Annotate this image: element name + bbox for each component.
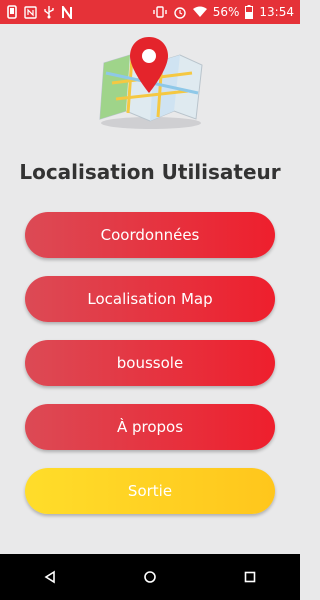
alarm-icon xyxy=(173,5,187,19)
map-pin-icon xyxy=(92,33,210,131)
recents-icon[interactable] xyxy=(238,565,262,589)
usb-icon xyxy=(43,5,55,19)
battery-percent: 56% xyxy=(212,5,240,19)
battery-icon xyxy=(245,5,254,19)
coordonnees-button[interactable]: Coordonnées xyxy=(25,212,275,258)
sortie-button[interactable]: Sortie xyxy=(25,468,275,514)
n-icon xyxy=(61,5,73,19)
status-bar: 56% 13:54 xyxy=(0,0,300,24)
home-icon[interactable] xyxy=(138,565,162,589)
status-right: 56% 13:54 xyxy=(153,5,294,19)
a-propos-button[interactable]: À propos xyxy=(25,404,275,450)
status-time: 13:54 xyxy=(259,5,294,19)
vibrate-icon xyxy=(153,5,167,19)
status-left xyxy=(6,5,73,19)
wifi-icon xyxy=(192,6,207,18)
boussole-button[interactable]: boussole xyxy=(25,340,275,386)
navigation-bar xyxy=(0,554,300,600)
phone-icon xyxy=(6,5,18,19)
localisation-map-button[interactable]: Localisation Map xyxy=(25,276,275,322)
back-icon[interactable] xyxy=(38,565,62,589)
page-title: Localisation Utilisateur xyxy=(19,160,281,184)
nfc-icon xyxy=(24,5,37,19)
